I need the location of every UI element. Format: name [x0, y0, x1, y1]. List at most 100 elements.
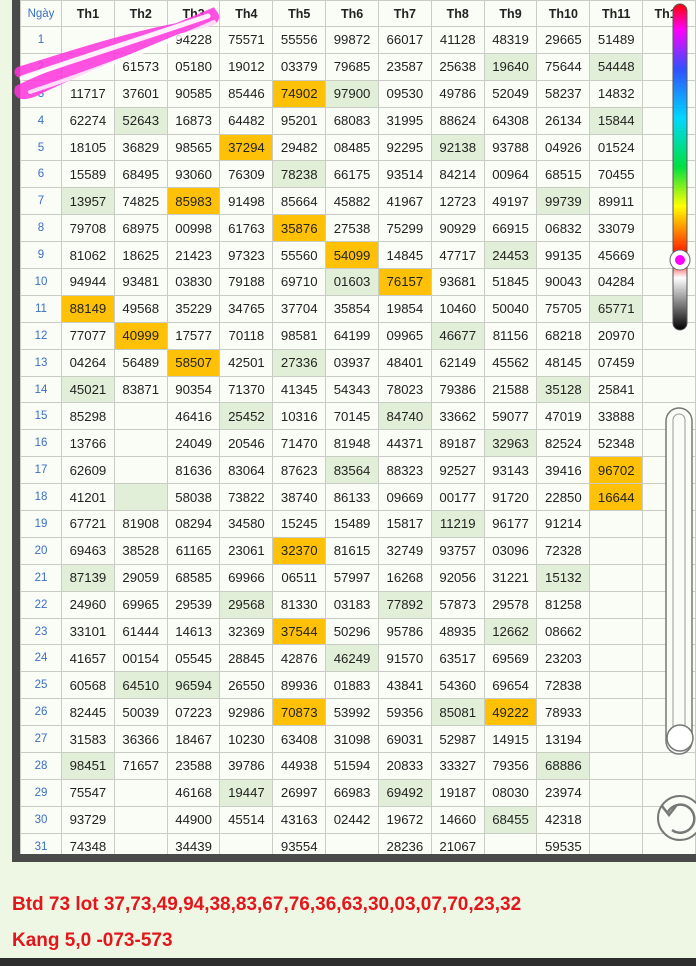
day-cell: 7	[20, 187, 62, 216]
result-cell: 35876	[272, 214, 327, 243]
result-cell: 85983	[166, 187, 221, 216]
result-cell: 83871	[113, 375, 168, 404]
result-cell: 93554	[272, 832, 327, 854]
result-cell: 14613	[166, 617, 221, 646]
result-cell: 81258	[536, 590, 591, 619]
result-cell: 19447	[219, 778, 274, 807]
result-cell: 10460	[430, 294, 485, 323]
header-month: Th8	[430, 0, 485, 27]
result-cell: 54099	[325, 241, 379, 270]
result-cell: 23587	[377, 52, 432, 81]
result-cell: 92986	[219, 698, 274, 727]
result-cell: 47019	[536, 402, 591, 431]
annotation-line-2: Kang 5,0 -073-573	[12, 930, 173, 951]
day-cell: 11	[20, 294, 62, 323]
result-cell: 69710	[272, 268, 327, 296]
result-cell: 44900	[166, 805, 221, 834]
result-cell: 81156	[483, 321, 538, 350]
result-cell: 45021	[61, 375, 115, 404]
result-cell	[113, 456, 168, 485]
result-cell: 15489	[325, 510, 379, 538]
table-row: 29 75547 46168 19447 26997 66983 69492 19187 080…	[20, 778, 696, 807]
result-cell: 93481	[113, 268, 168, 296]
result-cell: 92138	[430, 133, 485, 162]
result-cell: 90929	[430, 214, 485, 243]
result-cell	[589, 698, 644, 727]
result-cell: 55556	[272, 26, 327, 54]
day-cell: 25	[20, 671, 62, 700]
result-cell: 38528	[113, 536, 168, 565]
result-cell: 82445	[61, 698, 115, 727]
table-row: 30 93729 44900 45514 43163 02442 19672 14660 684…	[20, 805, 696, 834]
result-cell: 83064	[219, 456, 274, 485]
day-cell: 9	[20, 241, 62, 270]
result-cell: 54360	[430, 671, 485, 700]
result-cell: 51594	[325, 752, 379, 780]
result-cell: 52987	[430, 725, 485, 754]
table-row: 19 67721 81908 08294 34580 15245 15489 15817 112…	[20, 510, 696, 538]
result-cell: 93514	[377, 160, 432, 189]
result-cell: 42318	[536, 805, 591, 834]
result-cell: 33662	[430, 402, 485, 431]
result-cell: 34580	[219, 510, 274, 538]
result-cell: 38740	[272, 483, 327, 512]
result-cell: 69965	[113, 590, 168, 619]
result-cell: 49222	[483, 698, 538, 727]
result-cell: 34765	[219, 294, 274, 323]
result-cell: 82524	[536, 429, 591, 458]
result-cell: 96594	[166, 671, 221, 700]
size-slider[interactable]	[665, 407, 694, 755]
day-cell: 14	[20, 375, 62, 404]
result-cell: 39416	[536, 456, 591, 485]
result-cell: 91720	[483, 483, 538, 512]
day-cell: 24	[20, 644, 62, 673]
header-month: Th6	[325, 0, 379, 27]
day-cell: 17	[20, 456, 62, 485]
result-cell: 92295	[377, 133, 432, 162]
result-cell: 37704	[272, 294, 327, 323]
day-cell: 6	[20, 160, 62, 189]
result-cell: 37544	[272, 617, 327, 646]
result-cell: 23974	[536, 778, 591, 807]
result-cell: 52643	[113, 106, 168, 135]
result-cell: 21067	[430, 832, 485, 854]
result-cell: 49197	[483, 187, 538, 216]
day-cell: 18	[20, 483, 62, 512]
table-frame: Ngày Th1 Th2 Th3 Th4 Th5 Th6 Th7 Th8 Th9…	[12, 0, 696, 862]
color-slider[interactable]	[669, 3, 691, 331]
result-cell: 71657	[113, 752, 168, 780]
result-cell: 57997	[325, 563, 379, 592]
undo-icon[interactable]	[657, 795, 696, 841]
result-cell: 32370	[272, 536, 327, 565]
result-cell: 72328	[536, 536, 591, 565]
result-cell	[325, 832, 379, 854]
table-row: 18 41201 58038 73822 38740 86133 09669 00177 917…	[20, 483, 696, 512]
result-cell: 27538	[325, 214, 379, 243]
result-cell	[113, 778, 168, 807]
result-cell: 86133	[325, 483, 379, 512]
result-cell: 88624	[430, 106, 485, 135]
result-cell: 18105	[61, 133, 115, 162]
table-row: 9 81062 18625 21423 97323 55560 54099 14845 4771…	[20, 241, 696, 270]
result-cell: 31995	[377, 106, 432, 135]
result-cell: 56489	[113, 348, 168, 377]
result-cell: 81636	[166, 456, 221, 485]
table-row: 21 87139 29059 68585 69966 06511 57997 16268 920…	[20, 563, 696, 592]
result-cell: 70455	[589, 160, 644, 189]
result-cell: 79356	[483, 752, 538, 780]
table-row: 24 41657 00154 05545 28845 42876 46249 91570 635…	[20, 644, 696, 673]
result-cell: 20546	[219, 429, 274, 458]
result-cell: 59535	[536, 832, 591, 854]
result-cell: 47717	[430, 241, 485, 270]
result-cell: 76157	[377, 268, 432, 296]
result-cell: 83564	[325, 456, 379, 485]
header-month: Th9	[483, 0, 538, 27]
result-cell	[589, 510, 644, 538]
result-cell: 79685	[325, 52, 379, 81]
result-cell: 50296	[325, 617, 379, 646]
result-cell: 29568	[219, 590, 274, 619]
result-cell: 93060	[166, 160, 221, 189]
result-cell: 81330	[272, 590, 327, 619]
result-cell: 35854	[325, 294, 379, 323]
result-cell: 85298	[61, 402, 115, 431]
